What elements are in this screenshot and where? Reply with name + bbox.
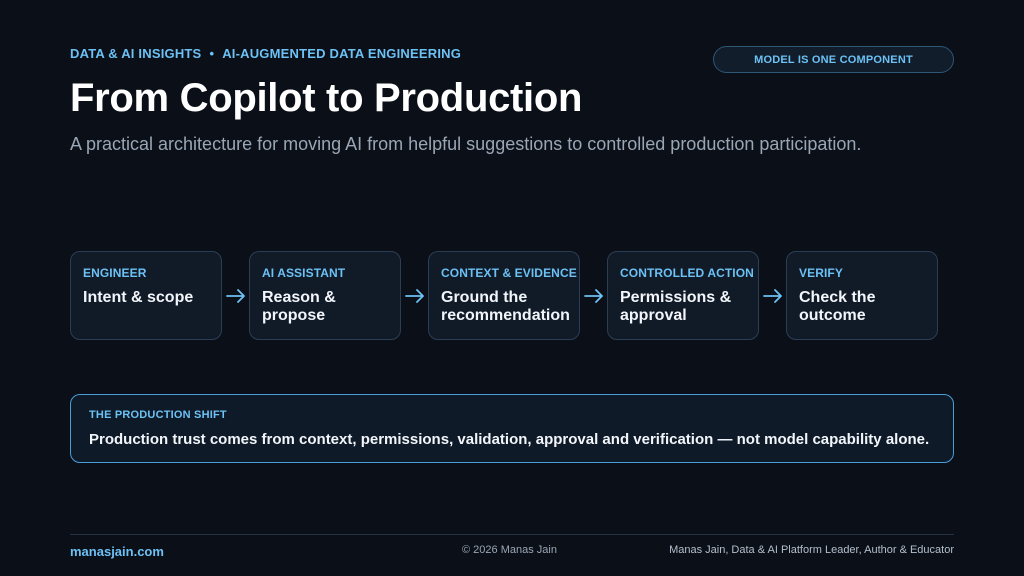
kicker-right: AI-AUGMENTED DATA ENGINEERING [222, 46, 462, 61]
flow-step-controlled-action: CONTROLLED ACTION Permissions & approval [607, 251, 759, 340]
footer-website-link[interactable]: manasjain.com [70, 544, 164, 559]
kicker-separator: • [209, 46, 215, 61]
kicker-left: DATA & AI INSIGHTS [70, 46, 202, 61]
step-label: AI ASSISTANT [262, 266, 346, 280]
production-shift-callout: THE PRODUCTION SHIFT Production trust co… [70, 394, 954, 463]
footer-author: Manas Jain, Data & AI Platform Leader, A… [669, 544, 954, 556]
step-text: Reason & propose [262, 289, 336, 324]
callout-text: Production trust comes from context, per… [89, 431, 930, 448]
arrow-right-icon [222, 286, 249, 306]
flow-step-engineer: ENGINEER Intent & scope [70, 251, 222, 340]
arrow-right-icon [401, 286, 428, 306]
callout-label: THE PRODUCTION SHIFT [89, 409, 227, 421]
step-text: Check the outcome [799, 289, 876, 324]
flow-step-ai-assistant: AI ASSISTANT Reason & propose [249, 251, 401, 340]
process-flow: ENGINEER Intent & scope AI ASSISTANT Rea… [70, 251, 938, 340]
step-label: CONTROLLED ACTION [620, 266, 754, 280]
arrow-right-icon [580, 286, 607, 306]
model-badge: MODEL IS ONE COMPONENT [713, 46, 954, 73]
footer-copyright: © 2026 Manas Jain [462, 544, 557, 556]
flow-step-context-evidence: CONTEXT & EVIDENCE Ground the recommenda… [428, 251, 580, 340]
step-label: CONTEXT & EVIDENCE [441, 266, 577, 280]
step-text: Permissions & approval [620, 289, 732, 324]
kicker: DATA & AI INSIGHTS • AI-AUGMENTED DATA E… [70, 46, 461, 61]
step-text: Ground the recommendation [441, 289, 570, 324]
step-label: ENGINEER [83, 266, 147, 280]
footer-divider [70, 534, 954, 535]
page-title: From Copilot to Production [70, 76, 583, 120]
arrow-right-icon [759, 286, 786, 306]
flow-step-verify: VERIFY Check the outcome [786, 251, 938, 340]
step-text: Intent & scope [83, 289, 194, 306]
step-label: VERIFY [799, 266, 843, 280]
page-subtitle: A practical architecture for moving AI f… [70, 134, 862, 154]
